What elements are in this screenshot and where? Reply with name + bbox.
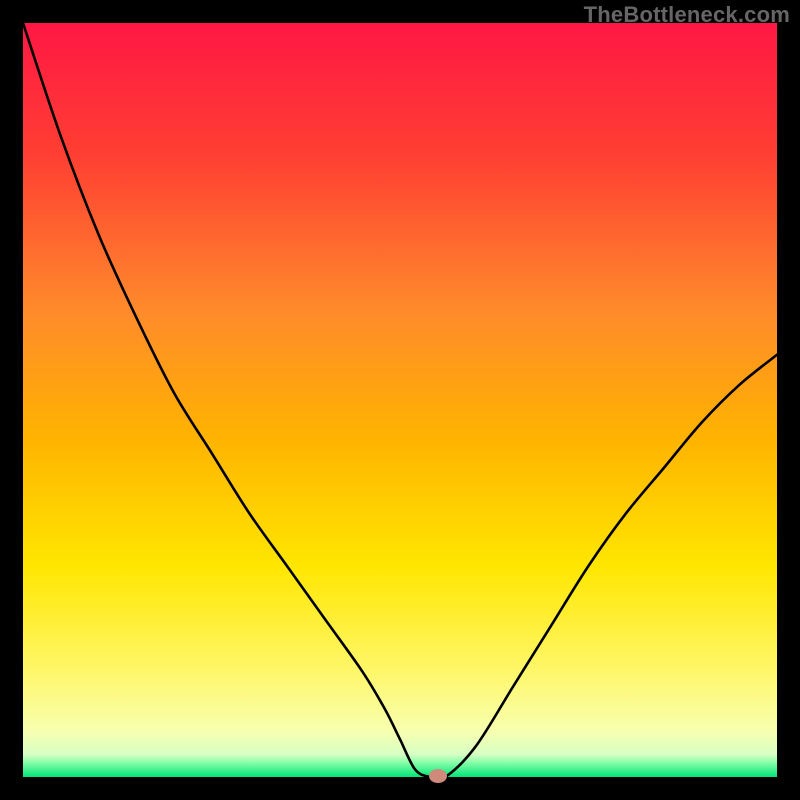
optimal-point-marker (429, 769, 447, 783)
chart-frame: TheBottleneck.com (0, 0, 800, 800)
bottleneck-chart (23, 23, 777, 777)
gradient-background (23, 23, 777, 777)
